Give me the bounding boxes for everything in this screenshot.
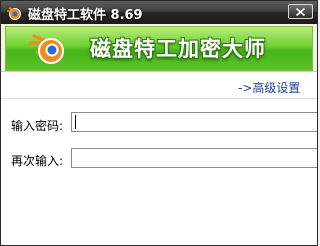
window-title: 磁盘特工软件 8.69 xyxy=(28,8,143,23)
section-divider xyxy=(1,98,317,99)
close-icon xyxy=(296,8,305,16)
title-bar[interactable]: 磁盘特工软件 8.69 xyxy=(1,1,317,24)
app-window: 磁盘特工软件 8.69 磁盘特工加密大师 ->高级设置 输入密码: 再次输入: xyxy=(0,0,318,246)
password-label: 输入密码: xyxy=(11,119,64,133)
header-banner: 磁盘特工加密大师 xyxy=(5,26,313,71)
app-logo-icon xyxy=(7,7,21,20)
banner-title: 磁盘特工加密大师 xyxy=(90,37,266,61)
confirm-password-label: 再次输入: xyxy=(11,154,64,168)
password-input[interactable] xyxy=(71,112,317,132)
close-button[interactable] xyxy=(288,4,313,19)
advanced-settings-link[interactable]: ->高级设置 xyxy=(238,79,300,96)
text-caret xyxy=(75,115,76,129)
content-panel: ->高级设置 输入密码: 再次输入: xyxy=(1,72,317,245)
confirm-password-input[interactable] xyxy=(71,148,317,168)
blender-logo-icon xyxy=(28,34,64,64)
